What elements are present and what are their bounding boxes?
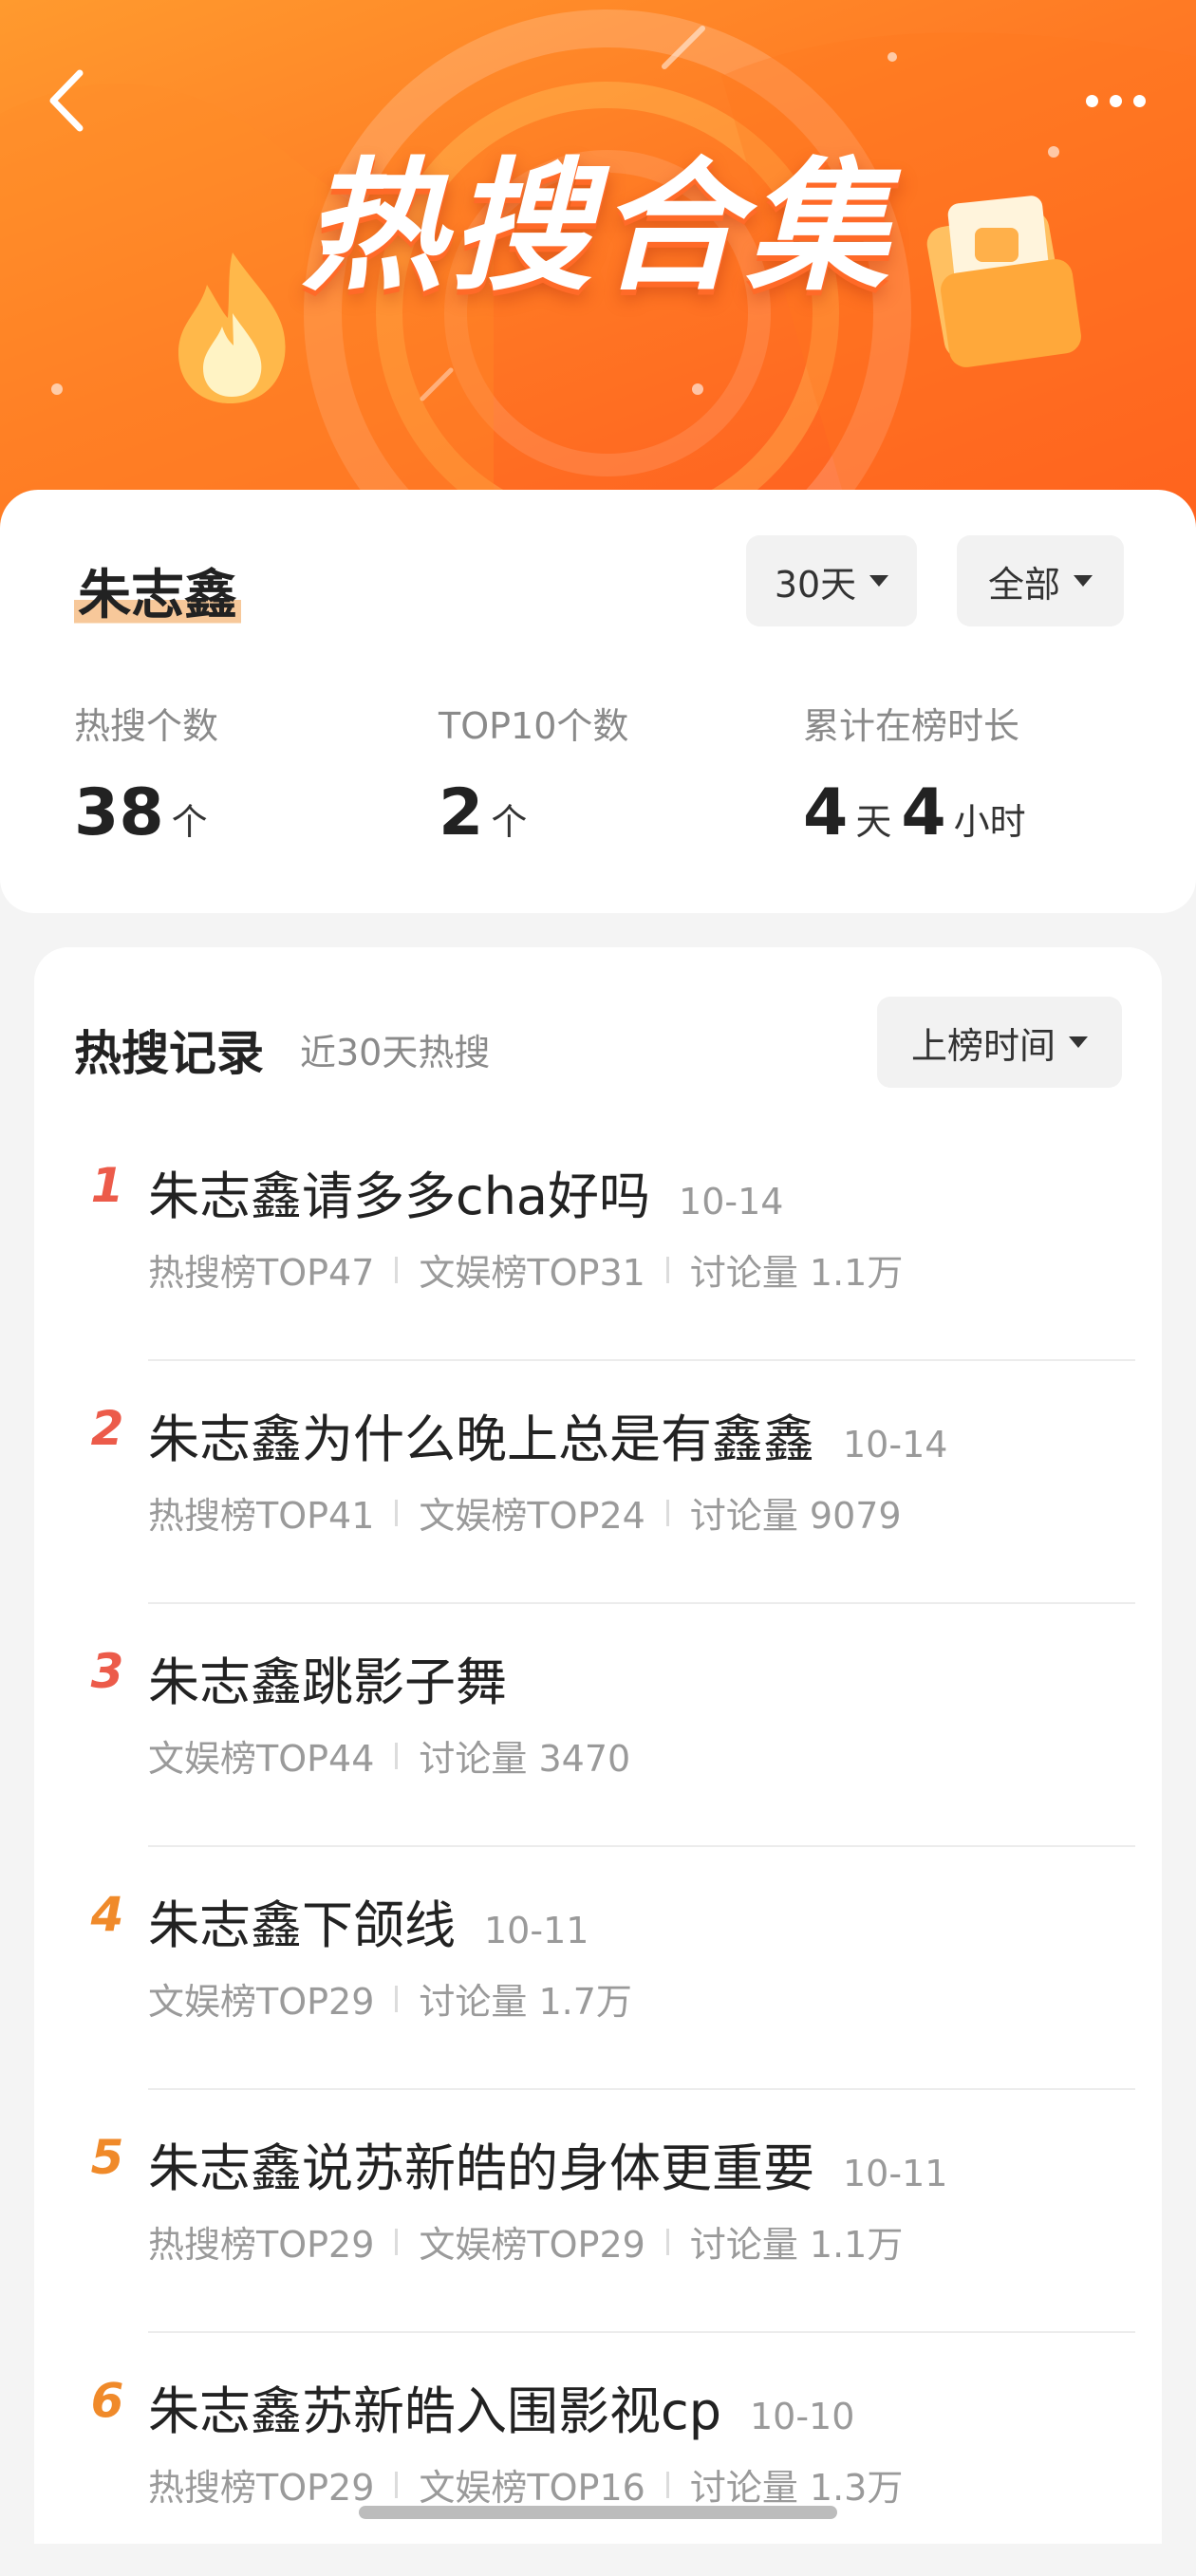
meta-ent-rank: 文娱榜TOP24 (419, 1495, 645, 1537)
stat-days-value: 4 (803, 775, 849, 850)
stat-total-duration: 累计在榜时长 4 天 4 小时 (803, 697, 1036, 850)
divider (395, 1499, 399, 1526)
item-date: 10-10 (749, 2396, 855, 2437)
stat-hours-value: 4 (901, 775, 946, 850)
stat-unit: 个 (491, 801, 528, 843)
meta-hot-rank: 热搜榜TOP29 (148, 2467, 375, 2509)
type-filter-button[interactable]: 全部 (957, 535, 1124, 626)
more-dot (1132, 94, 1146, 107)
meta-hot-rank: 热搜榜TOP41 (148, 1495, 375, 1537)
meta-ent-rank: 文娱榜TOP44 (148, 1738, 375, 1780)
meta-ent-rank: 文娱榜TOP29 (419, 2224, 645, 2266)
divider (395, 2228, 399, 2255)
stat-top10-count: TOP10个数 2 个 (439, 697, 628, 850)
meta-hot-rank: 热搜榜TOP47 (148, 1252, 375, 1294)
item-title: 朱志鑫为什么晚上总是有鑫鑫 (148, 1409, 814, 1469)
item-title: 朱志鑫下颌线 (148, 1895, 456, 1955)
meta-hot-rank: 热搜榜TOP29 (148, 2224, 375, 2266)
header-banner: 热搜合集 (0, 0, 1196, 532)
stat-label: TOP10个数 (439, 705, 629, 747)
more-dot (1085, 94, 1098, 107)
period-filter-label: 30天 (774, 563, 857, 606)
divider (665, 2228, 669, 2255)
rank-number: 4 (90, 1887, 124, 1942)
item-date: 10-14 (679, 1181, 784, 1223)
meta-ent-rank: 文娱榜TOP31 (419, 1252, 645, 1294)
list-item[interactable]: 5 朱志鑫说苏新皓的身体更重要 10-11 热搜榜TOP29 文娱榜TOP29 … (34, 2090, 1162, 2333)
stat-value: 38 (74, 775, 164, 850)
home-indicator[interactable] (359, 2506, 837, 2519)
folder-icon (926, 196, 1081, 367)
item-date: 10-14 (843, 1424, 948, 1465)
caret-down-icon (1074, 575, 1093, 587)
meta-discussion: 讨论量 9079 (689, 1495, 902, 1537)
divider (665, 1256, 669, 1283)
rank-number: 2 (90, 1401, 124, 1456)
stat-hours-unit: 小时 (953, 801, 1026, 843)
stat-label: 热搜个数 (74, 705, 219, 747)
chevron-left-icon (49, 69, 84, 132)
caret-down-icon (1069, 1036, 1088, 1048)
stat-days-unit: 天 (855, 801, 892, 843)
meta-discussion: 讨论量 1.3万 (689, 2467, 904, 2509)
records-title: 热搜记录 (74, 1026, 264, 1081)
meta-ent-rank: 文娱榜TOP29 (148, 1981, 375, 2023)
caret-down-icon (869, 575, 889, 587)
item-title: 朱志鑫说苏新皓的身体更重要 (148, 2138, 814, 2198)
list-item[interactable]: 2 朱志鑫为什么晚上总是有鑫鑫 10-14 热搜榜TOP41 文娱榜TOP24 … (34, 1361, 1162, 1604)
stat-hot-count: 热搜个数 38 个 (74, 697, 218, 850)
divider (395, 1256, 399, 1283)
type-filter-label: 全部 (987, 563, 1060, 606)
more-button[interactable] (1073, 82, 1158, 120)
rank-number: 3 (90, 1644, 124, 1699)
item-date: 10-11 (843, 2153, 948, 2194)
person-name: 朱志鑫 (74, 552, 241, 629)
item-title: 朱志鑫请多多cha好吗 (148, 1167, 651, 1226)
list-item[interactable]: 6 朱志鑫苏新皓入围影视cp 10-10 热搜榜TOP29 文娱榜TOP16 讨… (34, 2333, 1162, 2576)
more-dot (1109, 94, 1122, 107)
meta-discussion: 讨论量 3470 (419, 1738, 631, 1780)
records-subtitle: 近30天热搜 (300, 1032, 491, 1073)
sort-label: 上榜时间 (910, 1024, 1056, 1067)
rank-number: 5 (90, 2130, 124, 2185)
list-item[interactable]: 1 朱志鑫请多多cha好吗 10-14 热搜榜TOP47 文娱榜TOP31 讨论… (34, 1118, 1162, 1361)
period-filter-button[interactable]: 30天 (746, 535, 917, 626)
rank-number: 1 (90, 1158, 124, 1213)
rank-number: 6 (90, 2373, 124, 2428)
list-item[interactable]: 4 朱志鑫下颌线 10-11 文娱榜TOP29 讨论量 1.7万 (34, 1847, 1162, 2090)
banner-title: 热搜合集 (301, 145, 894, 310)
records-card: 热搜记录 近30天热搜 上榜时间 1 朱志鑫请多多cha好吗 10-14 热搜榜… (34, 947, 1162, 2544)
stat-label: 累计在榜时长 (803, 705, 1020, 747)
item-title: 朱志鑫跳影子舞 (148, 1652, 507, 1712)
meta-discussion: 讨论量 1.1万 (689, 1252, 904, 1294)
sort-button[interactable]: 上榜时间 (877, 997, 1122, 1088)
divider (395, 1742, 399, 1769)
stat-value: 2 (439, 775, 484, 850)
back-button[interactable] (38, 63, 95, 139)
stat-unit: 个 (171, 801, 208, 843)
divider (395, 2471, 399, 2498)
divider (395, 1985, 399, 2012)
meta-discussion: 讨论量 1.1万 (689, 2224, 904, 2266)
meta-discussion: 讨论量 1.7万 (419, 1981, 632, 2023)
item-title: 朱志鑫苏新皓入围影视cp (148, 2381, 721, 2441)
meta-ent-rank: 文娱榜TOP16 (419, 2467, 645, 2509)
item-date: 10-11 (484, 1910, 589, 1951)
divider (665, 1499, 669, 1526)
summary-card: 朱志鑫 30天 全部 热搜个数 38 个 TOP10个数 2 个 累计在榜时长 (0, 490, 1196, 913)
list-item[interactable]: 3 朱志鑫跳影子舞 文娱榜TOP44 讨论量 3470 (34, 1604, 1162, 1847)
divider (665, 2471, 669, 2498)
